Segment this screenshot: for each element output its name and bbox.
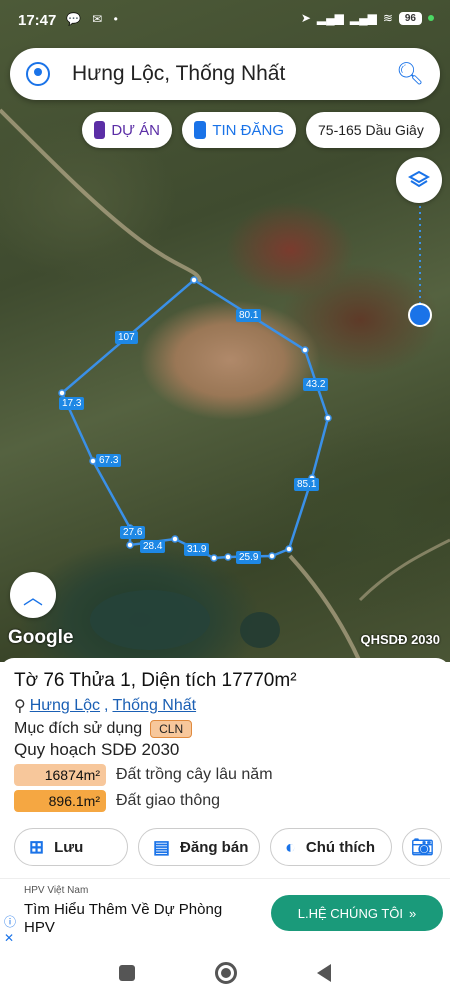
- user-icon[interactable]: [26, 62, 50, 86]
- edge-length-label: 85.1: [294, 478, 320, 491]
- edge-length-label: 107: [115, 331, 138, 344]
- parcel-title: Tờ 76 Thửa 1, Diện tích 17770m²: [14, 670, 297, 691]
- info-icon[interactable]: ⓘ: [4, 913, 16, 930]
- back-button[interactable]: [317, 964, 331, 982]
- system-nav-bar: [0, 946, 450, 1000]
- sell-label: Đăng bán: [180, 838, 249, 856]
- plan-label: QHSDĐ 2030: [360, 632, 440, 647]
- ad-banner[interactable]: HPV Việt Nam ⓘ ✕ Tìm Hiểu Thêm Về Dự Phò…: [0, 878, 450, 946]
- commune-link[interactable]: Hưng Lộc: [30, 697, 100, 715]
- edge-length-label: 27.6: [120, 526, 146, 539]
- double-chevron-right-icon: »: [408, 905, 417, 921]
- listing-icon: ▤: [153, 836, 171, 857]
- legend-label: Đất trồng cây lâu năm: [116, 766, 273, 783]
- parcel-location: ⚲ Hưng Lộc, Thống Nhất: [14, 696, 436, 716]
- edge-length-label: 28.4: [140, 540, 166, 553]
- edge-length-label: 31.9: [184, 543, 210, 556]
- pin-icon: ⚲: [14, 698, 26, 715]
- signal-icon: ▂▄▆: [349, 11, 377, 25]
- legend-row: 896.1m² Đất giao thông: [14, 790, 436, 812]
- legend-value: 896.1m²: [14, 790, 106, 812]
- edge-length-label: 67.3: [96, 454, 122, 467]
- add-bookmark-icon: ⊞: [29, 836, 45, 857]
- legend-row: 16874m² Đất trồng cây lâu năm: [14, 764, 436, 786]
- building-icon: [94, 121, 106, 139]
- notification-icons: 💬 ✉ •: [66, 12, 122, 26]
- search-bar[interactable]: Hưng Lộc, Thống Nhất 🔍︎: [10, 48, 440, 100]
- location-separator: ,: [104, 697, 109, 714]
- legend-value: 16874m²: [14, 764, 106, 786]
- battery-icon: 96: [398, 11, 422, 25]
- save-label: Lưu: [54, 838, 84, 856]
- location-chip-label: 75-165 Dầu Giây: [318, 122, 424, 138]
- camera-icon: 📷︎: [411, 836, 434, 857]
- note-label: Chú thích: [305, 838, 376, 856]
- google-logo: Google: [8, 627, 74, 648]
- location-icon: ➤: [300, 11, 311, 25]
- plan-title: Quy hoạch SDĐ 2030: [14, 740, 180, 759]
- purpose-label: Mục đích sử dụng: [14, 720, 143, 737]
- location-chip[interactable]: 75-165 Dầu Giây: [306, 112, 440, 148]
- note-button[interactable]: ◐ Chú thích: [270, 828, 392, 866]
- layers-icon: [408, 170, 430, 188]
- layers-button[interactable]: [396, 157, 442, 203]
- close-icon[interactable]: ✕: [4, 931, 14, 945]
- listing-icon: [194, 121, 207, 139]
- legend-label: Đất giao thông: [116, 792, 221, 809]
- wifi-icon: ≋: [382, 11, 393, 25]
- purpose-badge: CLN: [150, 720, 193, 738]
- ad-cta-label: L.HỆ CHÚNG TÔI: [297, 905, 403, 921]
- sell-button[interactable]: ▤ Đăng bán: [138, 828, 260, 866]
- expand-button[interactable]: ︿: [10, 572, 56, 618]
- edge-length-label: 43.2: [303, 378, 329, 391]
- du-an-label: DỰ ÁN: [111, 121, 160, 139]
- home-button[interactable]: [215, 962, 237, 984]
- ad-headline: Tìm Hiểu Thêm Về Dự Phòng HPV: [24, 901, 223, 936]
- status-time: 17:47: [18, 12, 57, 29]
- recents-button[interactable]: [119, 965, 135, 981]
- purpose-row: Mục đích sử dụng CLN: [14, 720, 436, 738]
- district-link[interactable]: Thống Nhất: [112, 697, 196, 715]
- active-dot-icon: [428, 15, 434, 21]
- edge-length-label: 25.9: [236, 551, 262, 564]
- search-icon[interactable]: 🔍︎: [396, 61, 424, 87]
- search-input[interactable]: Hưng Lộc, Thống Nhất: [72, 62, 396, 86]
- edge-length-label: 17.3: [59, 397, 85, 410]
- chevron-up-icon: ︿: [23, 586, 43, 609]
- camera-button[interactable]: 📷︎: [402, 828, 442, 866]
- system-icons: ➤ ▂▄▆ ▂▄▆ ≋ 96: [301, 11, 434, 25]
- half-circle-icon: ◐: [285, 836, 296, 857]
- du-an-chip[interactable]: DỰ ÁN: [82, 112, 172, 148]
- ad-sponsor: HPV Việt Nam: [24, 885, 89, 896]
- ad-cta-button[interactable]: L.HỆ CHÚNG TÔI »: [271, 895, 443, 931]
- signal-icon: ▂▄▆: [316, 11, 344, 25]
- tin-dang-chip[interactable]: TIN ĐĂNG: [182, 112, 296, 148]
- tin-dang-label: TIN ĐĂNG: [212, 121, 284, 139]
- action-bar: ⊞ Lưu ▤ Đăng bán ◐ Chú thích 📷︎: [14, 828, 442, 866]
- edge-length-label: 80.1: [236, 309, 262, 322]
- status-bar: 17:47 💬 ✉ • ➤ ▂▄▆ ▂▄▆ ≋ 96: [0, 0, 450, 40]
- save-button[interactable]: ⊞ Lưu: [14, 828, 128, 866]
